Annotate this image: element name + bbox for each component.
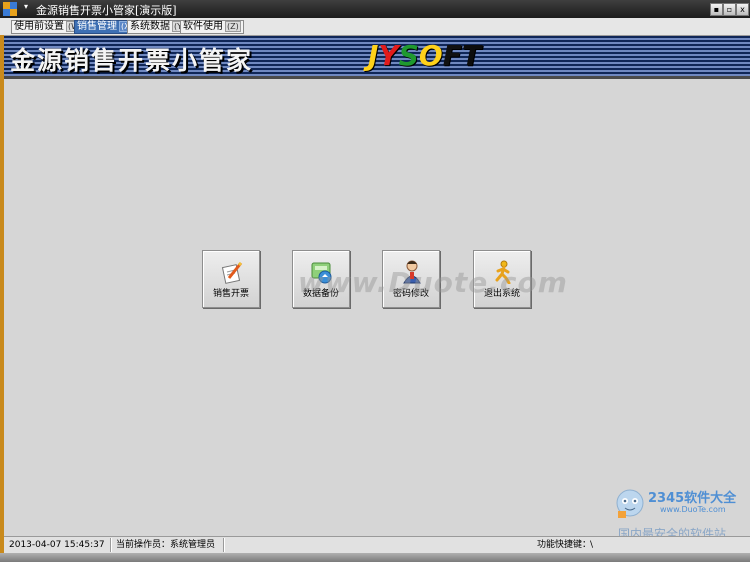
sales-invoice-button[interactable]: 销售开票	[202, 250, 260, 308]
menu-item-label: 销售管理	[77, 21, 117, 32]
status-separator	[110, 538, 112, 552]
app-banner: 金源销售开票小管家 JYSOFT	[4, 36, 750, 79]
menu-item-software-use[interactable]: 软件使用 (Z)	[180, 20, 244, 34]
window-bottom-border	[0, 553, 750, 562]
menu-bar: 使用前设置(W) 销售管理(X) 系统数据(Y) 软件使用(Z)	[0, 18, 750, 36]
watermark-corner: 2345软件大全 www.DuoTe.com 国内最安全的软件站	[608, 483, 750, 541]
status-shortcut-label: 功能快捷键：	[537, 540, 592, 550]
invoice-pen-icon	[221, 261, 243, 284]
system-menu-dropdown-icon[interactable]: ▾	[24, 2, 28, 11]
banner-title: 金源销售开票小管家	[10, 46, 254, 75]
watermark-brand: 2345软件大全	[648, 491, 737, 506]
status-bar: 2013-04-07 15:45:37 当前操作员：系统管理员 功能快捷键： \	[4, 536, 750, 553]
mascot-icon	[616, 489, 644, 518]
logo-letter: F	[442, 39, 462, 72]
logo-letter: T	[461, 39, 481, 72]
button-label: 销售开票	[212, 289, 249, 299]
window-title: 金源销售开票小管家[演示版]	[36, 4, 177, 17]
watermark-center: www.Duote.com	[298, 266, 568, 299]
watermark-url: www.DuoTe.com	[660, 505, 726, 514]
status-datetime: 2013-04-07 15:45:37	[9, 540, 105, 550]
jysoft-logo: JYSOFT	[368, 39, 481, 73]
status-shortcut-value: \	[590, 540, 594, 550]
menu-item-label: 系统数据	[130, 21, 170, 32]
restore-button[interactable]: ▫	[723, 3, 736, 16]
menu-item-shortcut: (Z)	[225, 21, 241, 32]
left-accent-strip	[0, 35, 4, 562]
close-button[interactable]: x	[736, 3, 749, 16]
logo-letter: S	[398, 39, 419, 72]
minimize-button[interactable]: ▪	[710, 3, 723, 16]
app-icon[interactable]	[3, 2, 17, 16]
status-operator: 当前操作员：系统管理员	[116, 540, 216, 550]
menu-item-label: 软件使用	[183, 21, 223, 32]
logo-letter: O	[418, 39, 443, 72]
status-separator	[223, 538, 225, 552]
title-bar: ▾ 金源销售开票小管家[演示版] ▪ ▫ x	[0, 0, 750, 18]
menu-item-label: 使用前设置	[14, 21, 64, 32]
logo-letter: Y	[378, 39, 399, 72]
logo-letter: J	[368, 39, 379, 72]
